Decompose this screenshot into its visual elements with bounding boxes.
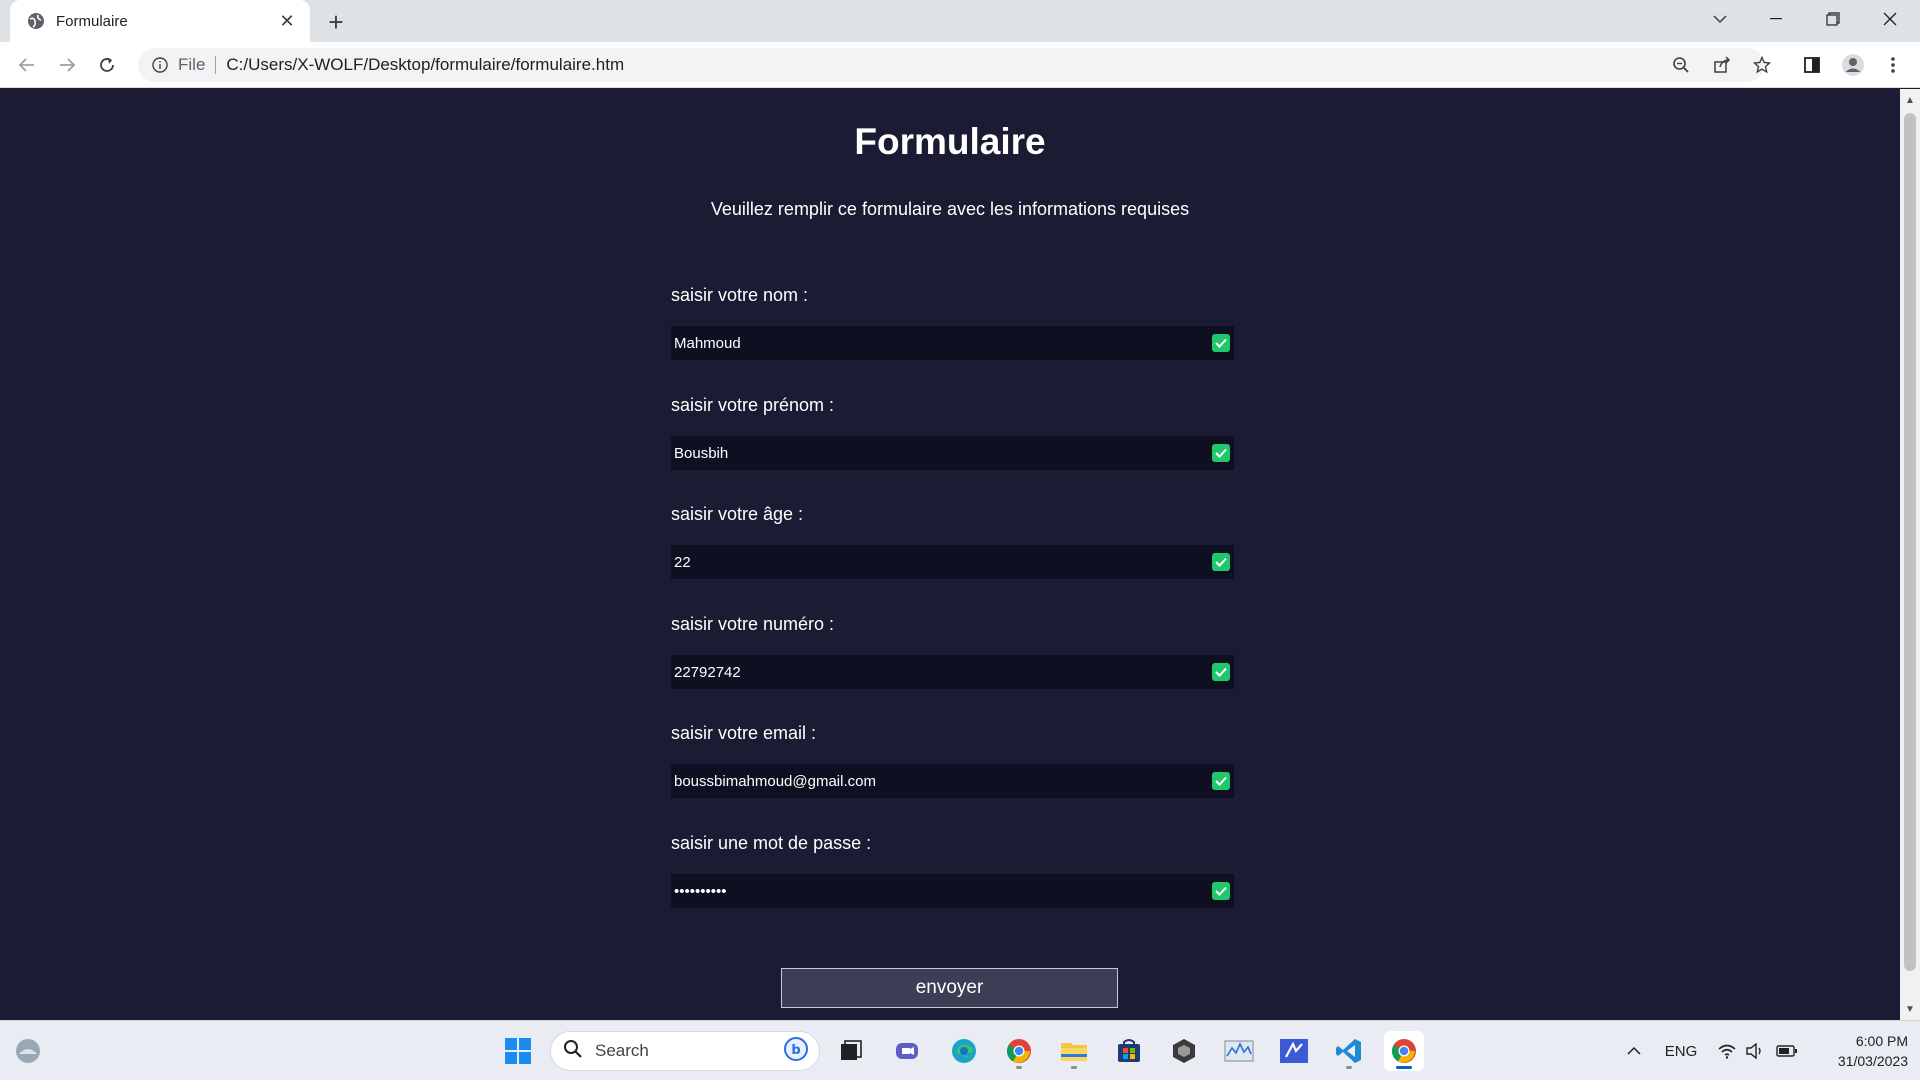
page-content: Formulaire Veuillez remplir ce formulair… (0, 89, 1900, 1020)
search-placeholder: Search (595, 1041, 649, 1060)
globe-icon (26, 11, 46, 31)
scroll-thumb[interactable] (1904, 113, 1916, 971)
volume-icon[interactable] (1742, 1021, 1768, 1080)
clock-date: 31/03/2023 (1837, 1053, 1908, 1069)
password-value: •••••••••• (674, 882, 727, 900)
email-input[interactable]: boussbimahmoud@gmail.com (671, 764, 1234, 798)
checkmark-icon (1212, 772, 1230, 790)
tab-title: Formulaire (56, 12, 128, 30)
browser-toolbar: File C:/Users/X-WOLF/Desktop/formulaire/… (0, 42, 1920, 88)
url-text[interactable]: C:/Users/X-WOLF/Desktop/formulaire/formu… (226, 55, 624, 75)
age-value: 22 (674, 553, 691, 571)
tab-search-chevron-icon[interactable] (1692, 0, 1748, 38)
wifi-icon[interactable] (1714, 1021, 1740, 1080)
nom-value: Mahmoud (674, 334, 741, 352)
nom-input[interactable]: Mahmoud (671, 326, 1234, 360)
side-panel-icon[interactable] (1797, 50, 1827, 80)
tab-strip: Formulaire ✕ + (0, 0, 1920, 42)
numero-input[interactable]: 22792742 (671, 655, 1234, 689)
numero-value: 22792742 (674, 663, 741, 681)
address-bar[interactable]: File C:/Users/X-WOLF/Desktop/formulaire/… (138, 48, 1764, 82)
taskbar-search[interactable]: Search b (550, 1031, 820, 1071)
field-label-nom: saisir votre nom : (671, 285, 809, 305)
svg-text:b: b (791, 1043, 800, 1058)
page-subtitle: Veuillez remplir ce formulaire avec les … (710, 199, 1190, 219)
windows-taskbar: Search b ENG 6:00 PM 31/03/2023 (0, 1020, 1920, 1080)
field-label-email: saisir votre email : (671, 723, 817, 743)
prenom-value: Bousbih (674, 444, 729, 462)
chrome-active-icon[interactable] (1384, 1031, 1424, 1071)
page-title: Formulaire (854, 121, 1046, 162)
bing-icon: b (783, 1036, 809, 1067)
password-input[interactable]: •••••••••• (671, 874, 1234, 908)
checkmark-icon (1212, 553, 1230, 571)
bookmark-star-icon[interactable] (1747, 50, 1777, 80)
language-indicator[interactable]: ENG (1660, 1021, 1702, 1080)
browser-tab[interactable]: Formulaire ✕ (10, 0, 310, 42)
widgets-icon[interactable] (8, 1031, 48, 1071)
checkmark-icon (1212, 444, 1230, 462)
chrome-icon[interactable] (999, 1031, 1039, 1071)
file-explorer-icon[interactable] (1054, 1031, 1094, 1071)
new-tab-icon[interactable]: + (322, 7, 350, 37)
search-icon (563, 1039, 583, 1064)
taskbar-clock[interactable]: 6:00 PM 31/03/2023 (1810, 1031, 1908, 1071)
info-icon[interactable] (150, 55, 170, 75)
reload-icon[interactable] (92, 50, 122, 80)
age-input[interactable]: 22 (671, 545, 1234, 579)
url-scheme-label: File (178, 55, 206, 74)
checkmark-icon (1212, 882, 1230, 900)
unity-icon[interactable] (1164, 1031, 1204, 1071)
forward-icon[interactable] (52, 50, 82, 80)
chevron-up-icon[interactable] (1620, 1021, 1648, 1080)
back-icon[interactable] (12, 50, 42, 80)
teams-icon[interactable] (887, 1031, 927, 1071)
zoom-icon[interactable] (1666, 50, 1696, 80)
page-scrollbar[interactable]: ▲ ▼ (1900, 89, 1920, 1020)
store-icon[interactable] (1109, 1031, 1149, 1071)
close-window-icon[interactable] (1862, 0, 1918, 38)
email-value: boussbimahmoud@gmail.com (674, 772, 876, 790)
minimize-icon[interactable] (1748, 0, 1804, 38)
close-tab-icon[interactable]: ✕ (276, 10, 298, 32)
field-label-numero: saisir votre numéro : (671, 614, 835, 634)
checkmark-icon (1212, 663, 1230, 681)
task-view-icon[interactable] (831, 1031, 871, 1071)
submit-button[interactable]: envoyer (781, 968, 1118, 1008)
battery-icon[interactable] (1772, 1021, 1802, 1080)
vscode-icon[interactable] (1329, 1031, 1369, 1071)
start-icon[interactable] (498, 1031, 538, 1071)
restore-icon[interactable] (1805, 0, 1861, 38)
address-separator (215, 56, 217, 74)
resource-monitor-icon[interactable] (1219, 1031, 1259, 1071)
checkmark-icon (1212, 334, 1230, 352)
edge-icon[interactable] (944, 1031, 984, 1071)
prenom-input[interactable]: Bousbih (671, 436, 1234, 470)
math-app-icon[interactable] (1274, 1031, 1314, 1071)
profile-avatar-icon[interactable] (1838, 50, 1868, 80)
share-icon[interactable] (1707, 50, 1737, 80)
menu-kebab-icon[interactable] (1878, 50, 1908, 80)
field-label-password: saisir une mot de passe : (671, 833, 872, 853)
field-label-age: saisir votre âge : (671, 504, 804, 524)
field-label-prenom: saisir votre prénom : (671, 395, 835, 415)
clock-time: 6:00 PM (1855, 1033, 1908, 1049)
scroll-down-icon[interactable]: ▼ (1900, 1000, 1920, 1018)
scroll-up-icon[interactable]: ▲ (1900, 91, 1920, 109)
